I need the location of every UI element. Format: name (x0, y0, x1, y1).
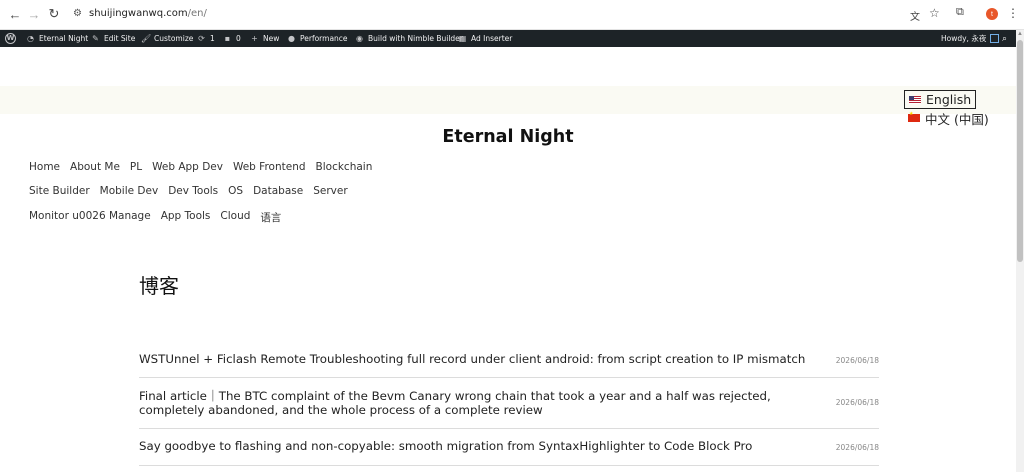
reload-icon[interactable]: ↻ (45, 5, 63, 23)
menu-item-web-frontend[interactable]: Web Frontend (233, 161, 306, 173)
plus-icon: + (251, 34, 258, 43)
post-title-link[interactable]: WSTUnnel + Ficlash Remote Troubleshootin… (139, 352, 809, 366)
menu-item-pl[interactable]: PL (130, 161, 142, 173)
adminbar-comments[interactable]: ▪ 0 (223, 30, 241, 47)
menu-item-database[interactable]: Database (253, 185, 303, 197)
menu-item-site-builder[interactable]: Site Builder (29, 185, 90, 197)
menu-item-mobile-dev[interactable]: Mobile Dev (100, 185, 159, 197)
back-icon[interactable]: ← (6, 5, 24, 23)
menu-item-dev-tools[interactable]: Dev Tools (168, 185, 218, 197)
site-info-icon[interactable]: ⚙ (73, 8, 83, 20)
search-icon[interactable]: ⌕ (1002, 30, 1007, 47)
page-title: 博客 (139, 274, 179, 298)
language-option-english[interactable]: English (904, 90, 977, 109)
primary-menu-row-1: Home About Me PL Web App Dev Web Fronten… (29, 161, 372, 173)
menu-item-about-me[interactable]: About Me (70, 161, 120, 173)
adminbar-updates-count: 1 (210, 34, 215, 43)
updates-icon: ⟳ (198, 34, 205, 43)
wordpress-logo-icon[interactable]: W (5, 30, 16, 47)
menu-item-server[interactable]: Server (313, 185, 347, 197)
adminbar-site-name-label: Eternal Night (39, 34, 89, 43)
adminbar-performance-label: Performance (300, 34, 348, 43)
menu-item-app-tools[interactable]: App Tools (161, 210, 211, 225)
address-bar[interactable]: shuijingwanwq.com/en/ (89, 8, 207, 19)
menu-item-blockchain[interactable]: Blockchain (316, 161, 373, 173)
site-title[interactable]: Eternal Night (0, 127, 1016, 147)
adminbar-howdy-label: Howdy, 永夜 (941, 34, 987, 43)
post-date: 2026/06/18 (835, 356, 879, 365)
language-option-chinese[interactable]: 中文 (中国) (904, 110, 993, 127)
language-label-chinese: 中文 (中国) (925, 111, 989, 127)
adminbar-performance[interactable]: ● Performance (287, 30, 348, 47)
translate-icon[interactable]: 文 (910, 8, 920, 23)
adminbar-howdy[interactable]: Howdy, 永夜 (941, 30, 1000, 47)
forward-icon[interactable]: → (25, 5, 43, 23)
adminbar-edit-site-label: Edit Site (104, 34, 136, 43)
scrollbar-thumb[interactable] (1017, 40, 1023, 262)
cn-flag-icon (908, 111, 920, 122)
post-list: WSTUnnel + Ficlash Remote Troubleshootin… (139, 341, 879, 466)
comment-icon: ▪ (224, 34, 231, 43)
wp-admin-bar: W ◔ Eternal Night ✎ Edit Site 🖌 Customize ⟳… (0, 30, 1016, 47)
adminbar-new[interactable]: + New (250, 30, 279, 47)
menu-dots-icon[interactable]: ⋮ (1007, 6, 1019, 20)
adminbar-updates[interactable]: ⟳ 1 (197, 30, 215, 47)
list-item: Say goodbye to flashing and non-copyable… (139, 429, 879, 466)
menu-item-monitor-manage[interactable]: Monitor u0026 Manage (29, 210, 151, 225)
post-date: 2026/06/18 (835, 398, 879, 407)
menu-item-cloud[interactable]: Cloud (220, 210, 250, 225)
pencil-icon: ✎ (92, 34, 99, 43)
adminbar-site-name[interactable]: ◔ Eternal Night (26, 30, 88, 47)
adminbar-new-label: New (263, 34, 280, 43)
dashboard-icon: ◔ (27, 34, 34, 43)
post-title-link[interactable]: Say goodbye to flashing and non-copyable… (139, 439, 809, 453)
menu-item-language[interactable]: 语言 (260, 210, 281, 225)
adminbar-comments-count: 0 (236, 34, 241, 43)
browser-toolbar: ← → ↻ ⚙ shuijingwanwq.com/en/ 文 ☆ ⧉ t ⋮ (0, 0, 1024, 30)
star-icon[interactable]: ☆ (929, 6, 940, 20)
adminbar-nimble[interactable]: ◉ Build with Nimble Builder (355, 30, 463, 47)
url-domain: shuijingwanwq.com (89, 8, 188, 19)
adminbar-ad-inserter[interactable]: ▦ Ad Inserter (458, 30, 513, 47)
post-date: 2026/06/18 (835, 443, 879, 452)
list-item: WSTUnnel + Ficlash Remote Troubleshootin… (139, 341, 879, 378)
url-path: /en/ (187, 8, 207, 19)
adminbar-customize-label: Customize (154, 34, 194, 43)
list-item: Final article｜The BTC complaint of the B… (139, 378, 879, 429)
menu-item-home[interactable]: Home (29, 161, 60, 173)
user-avatar (990, 34, 1000, 43)
performance-icon: ● (288, 34, 295, 43)
menu-item-os[interactable]: OS (228, 185, 243, 197)
grid-icon: ▦ (458, 34, 467, 43)
profile-avatar[interactable]: t (986, 8, 998, 20)
adminbar-edit-site[interactable]: ✎ Edit Site (91, 30, 135, 47)
scroll-up-icon[interactable]: ▲ (1017, 31, 1023, 37)
menu-item-web-app-dev[interactable]: Web App Dev (152, 161, 223, 173)
adminbar-ad-inserter-label: Ad Inserter (471, 34, 513, 43)
nimble-icon: ◉ (356, 34, 363, 43)
us-flag-icon (909, 95, 921, 104)
language-label-english: English (926, 92, 972, 107)
primary-menu-row-2: Site Builder Mobile Dev Dev Tools OS Dat… (29, 185, 348, 197)
primary-menu-row-3: Monitor u0026 Manage App Tools Cloud 语言 (29, 210, 281, 225)
brush-icon: 🖌 (141, 34, 152, 43)
header-strip (0, 86, 1016, 114)
adminbar-nimble-label: Build with Nimble Builder (368, 34, 463, 43)
extensions-icon[interactable]: ⧉ (956, 6, 964, 19)
page-scrollbar[interactable]: ▲ (1016, 30, 1024, 472)
post-title-link[interactable]: Final article｜The BTC complaint of the B… (139, 389, 809, 417)
adminbar-customize[interactable]: 🖌 Customize (141, 30, 193, 47)
